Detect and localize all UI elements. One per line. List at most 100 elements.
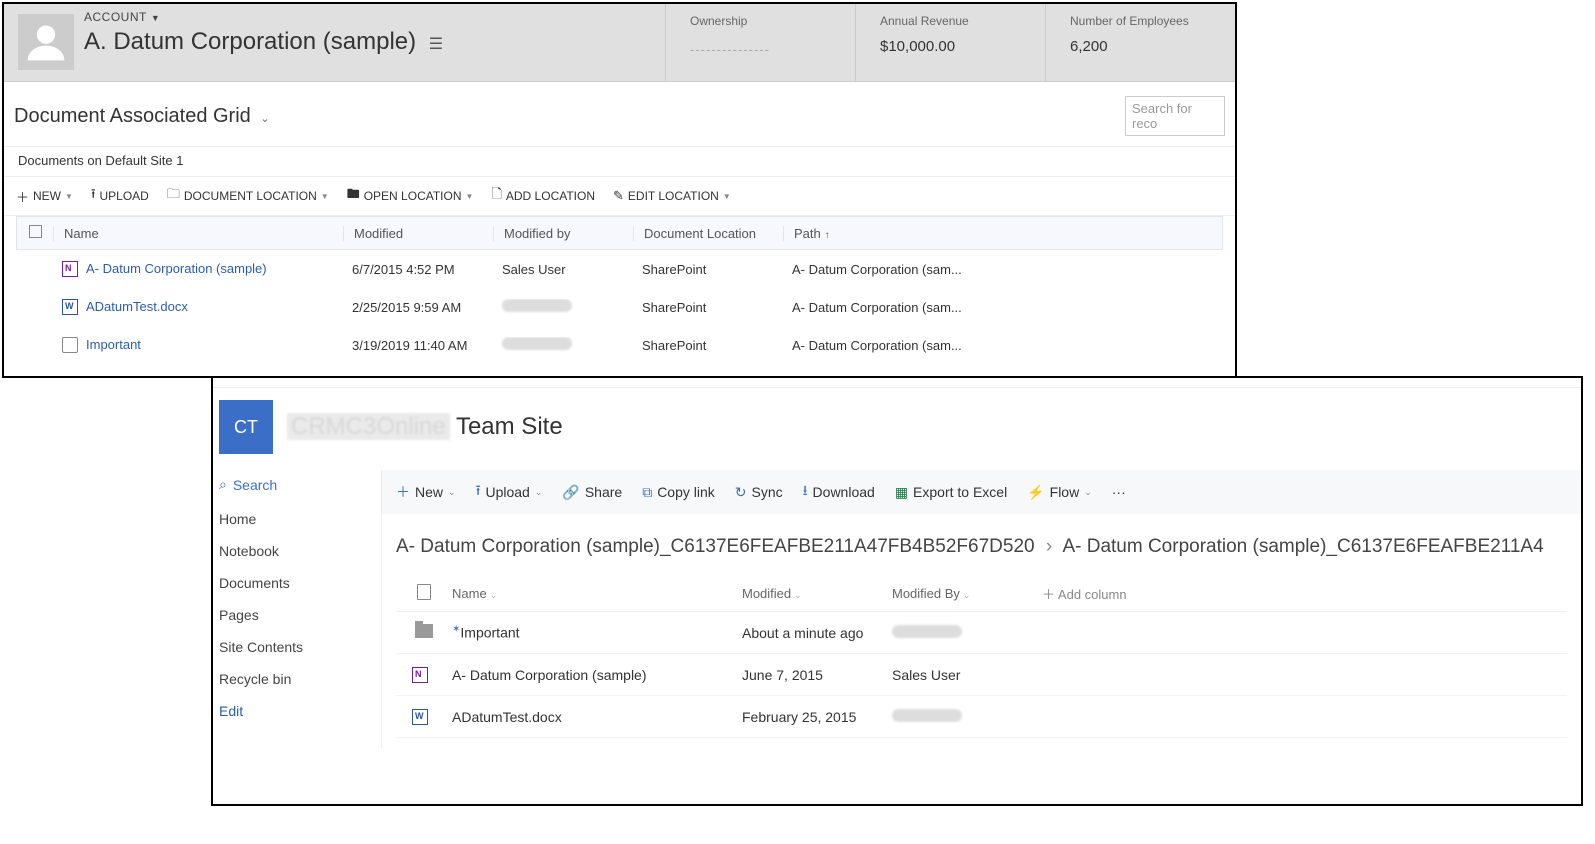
sp-add-column-button[interactable]: ＋ Add column xyxy=(1042,584,1127,603)
modified-by-cell: Sales User xyxy=(892,667,1042,683)
path-cell: A- Datum Corporation (sam... xyxy=(782,262,972,277)
menu-icon[interactable]: ☰ xyxy=(429,36,443,53)
word-icon xyxy=(62,299,78,315)
column-modified-by[interactable]: Modified by xyxy=(493,226,633,241)
site-title-blurred: CRMC3Online xyxy=(287,413,450,440)
type-cell xyxy=(396,666,452,683)
crm-header: ACCOUNT▼ A. Datum Corporation (sample) ☰… xyxy=(4,4,1235,82)
sp-search-input[interactable]: ⌕Search xyxy=(219,476,381,493)
chevron-down-icon: ⌄ xyxy=(1084,487,1092,498)
file-name-cell[interactable]: ADatumTest.docx xyxy=(52,299,342,316)
nav-item[interactable]: Home xyxy=(219,503,381,535)
file-link[interactable]: ADatumTest.docx xyxy=(86,299,188,314)
sp-share-button[interactable]: 🔗Share xyxy=(562,484,622,501)
file-link[interactable]: A- Datum Corporation (sample) xyxy=(86,261,267,276)
edit-icon: ✎ xyxy=(613,188,624,204)
table-row[interactable]: A- Datum Corporation (sample)6/7/2015 4:… xyxy=(16,250,1223,288)
table-row[interactable]: ADatumTest.docx2/25/2015 9:59 AMSharePoi… xyxy=(16,288,1223,326)
nav-item[interactable]: Documents xyxy=(219,567,381,599)
page-icon xyxy=(62,337,78,353)
file-link[interactable]: Important xyxy=(86,337,141,352)
column-name[interactable]: Name xyxy=(53,226,343,241)
blurred-text xyxy=(892,709,962,722)
sp-export-button[interactable]: ▦Export to Excel xyxy=(895,484,1007,501)
list-item[interactable]: ✶ImportantAbout a minute ago xyxy=(396,612,1567,654)
sp-col-type[interactable] xyxy=(396,584,452,603)
sp-flow-button[interactable]: ⚡Flow⌄ xyxy=(1027,484,1092,501)
sp-header: CT CRMC3Online Team Site xyxy=(213,388,1581,470)
modified-cell: About a minute ago xyxy=(742,625,892,641)
add-location-button[interactable]: 🗋ADD LOCATION xyxy=(491,185,595,207)
flow-icon: ⚡ xyxy=(1027,484,1044,501)
select-all-checkbox[interactable] xyxy=(17,225,53,241)
sp-nav: ⌕Search HomeNotebookDocumentsPagesSite C… xyxy=(213,470,381,748)
sp-copylink-button[interactable]: ⧉Copy link xyxy=(642,484,715,501)
sp-col-modified-by-label: Modified By xyxy=(892,586,960,601)
sp-breadcrumb: A- Datum Corporation (sample)_C6137E6FEA… xyxy=(382,514,1581,566)
search-input[interactable]: Search for reco xyxy=(1125,96,1225,136)
account-type-dropdown[interactable]: ACCOUNT▼ xyxy=(84,10,665,24)
file-name-cell[interactable]: Important xyxy=(52,337,342,354)
breadcrumb-part-1[interactable]: A- Datum Corporation (sample)_C6137E6FEA… xyxy=(396,536,1035,557)
add-location-label: ADD LOCATION xyxy=(506,189,595,203)
modified-by-cell xyxy=(492,299,632,315)
column-modified[interactable]: Modified xyxy=(343,226,493,241)
chevron-down-icon: ⌄ xyxy=(490,590,498,600)
upload-icon: ⭱ xyxy=(476,480,481,504)
view-title: Document Associated Grid xyxy=(14,105,251,127)
download-icon: ⭳ xyxy=(803,480,808,504)
nav-item[interactable]: Recycle bin xyxy=(219,663,381,695)
column-path[interactable]: Path↑ xyxy=(783,226,973,241)
view-selector[interactable]: Document Associated Grid ⌄ xyxy=(14,105,270,128)
sp-main: ＋ New ⌄ ⭱Upload⌄ 🔗Share ⧉Copy link ↻Sync ⭳… xyxy=(381,470,1581,748)
upload-button[interactable]: ⭱UPLOAD xyxy=(91,185,149,207)
file-icon xyxy=(417,584,431,600)
sp-col-modified[interactable]: Modified⌄ xyxy=(742,586,892,601)
nav-item[interactable]: Notebook xyxy=(219,535,381,567)
stat-revenue-label: Annual Revenue xyxy=(880,14,1021,28)
search-icon: ⌕ xyxy=(219,476,227,493)
modified-by-cell xyxy=(492,337,632,353)
sp-sync-label: Sync xyxy=(752,484,783,500)
sp-new-button[interactable]: ＋New⌄ xyxy=(396,482,456,502)
sp-col-name[interactable]: Name⌄ xyxy=(452,586,742,601)
caret-down-icon: ▼ xyxy=(466,192,474,201)
site-logo: CT xyxy=(219,400,273,454)
sp-col-modified-by[interactable]: Modified By⌄ xyxy=(892,586,1042,601)
type-cell xyxy=(396,708,452,725)
column-path-label: Path xyxy=(794,226,821,241)
new-button[interactable]: ＋NEW▼ xyxy=(16,185,73,207)
folder-open-icon: 🖿 xyxy=(347,185,360,207)
stat-employees-value: 6,200 xyxy=(1070,38,1211,55)
name-cell[interactable]: ADatumTest.docx xyxy=(452,709,742,725)
column-document-location[interactable]: Document Location xyxy=(633,226,783,241)
table-row[interactable]: Important3/19/2019 11:40 AMSharePointA- … xyxy=(16,326,1223,364)
list-item[interactable]: A- Datum Corporation (sample)June 7, 201… xyxy=(396,654,1567,696)
stat-ownership: Ownership --------------- xyxy=(665,4,855,81)
edit-location-button[interactable]: ✎EDIT LOCATION▼ xyxy=(613,185,731,207)
sp-download-button[interactable]: ⭳Download xyxy=(803,480,875,504)
sp-command-bar: ＋ New ⌄ ⭱Upload⌄ 🔗Share ⧉Copy link ↻Sync ⭳… xyxy=(382,470,1581,514)
plus-icon: ＋ xyxy=(396,482,410,502)
folder-icon xyxy=(415,624,433,638)
document-location-button[interactable]: 🗀DOCUMENT LOCATION▼ xyxy=(167,185,329,207)
nav-item[interactable]: Site Contents xyxy=(219,631,381,663)
nav-item[interactable]: Pages xyxy=(219,599,381,631)
sp-upload-button[interactable]: ⭱Upload⌄ xyxy=(476,480,543,504)
open-location-button[interactable]: 🖿 OPEN LOCATION ▼ xyxy=(347,185,474,207)
sp-new-label: New xyxy=(415,484,443,500)
caret-down-icon: ▼ xyxy=(321,192,329,201)
onenote-icon xyxy=(412,667,428,683)
open-location-label: OPEN LOCATION xyxy=(364,189,462,203)
site-title-suffix: Team Site xyxy=(450,413,563,440)
site-title: CRMC3Online Team Site xyxy=(287,413,563,441)
sp-share-label: Share xyxy=(585,484,622,500)
crm-panel: ACCOUNT▼ A. Datum Corporation (sample) ☰… xyxy=(2,2,1237,378)
name-cell[interactable]: A- Datum Corporation (sample) xyxy=(452,667,742,683)
sp-sync-button[interactable]: ↻Sync xyxy=(735,484,783,501)
list-item[interactable]: ADatumTest.docxFebruary 25, 2015 xyxy=(396,696,1567,738)
nav-edit[interactable]: Edit xyxy=(219,695,381,727)
name-cell[interactable]: ✶Important xyxy=(452,624,742,641)
sp-more-button[interactable]: ··· xyxy=(1112,484,1126,500)
file-name-cell[interactable]: A- Datum Corporation (sample) xyxy=(52,261,342,278)
